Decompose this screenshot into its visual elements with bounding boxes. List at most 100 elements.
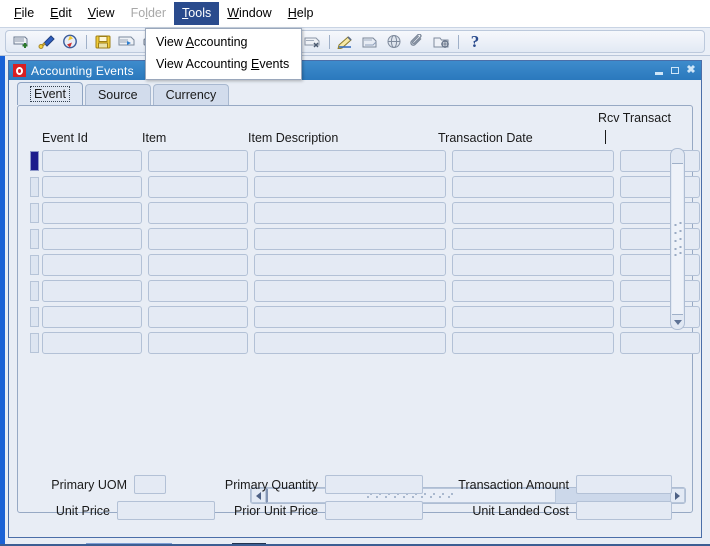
cell-rcv-transact[interactable] [620, 202, 700, 224]
record-indicator[interactable] [30, 177, 39, 197]
cell-item-description[interactable] [254, 332, 446, 354]
oracle-logo-icon [13, 64, 26, 77]
input-primary-uom[interactable] [134, 475, 166, 494]
table-row[interactable] [30, 252, 700, 278]
edit-field-icon[interactable] [334, 31, 358, 52]
close-button[interactable]: ✖ [684, 64, 698, 77]
record-indicator[interactable] [30, 229, 39, 249]
input-unit-landed-cost[interactable] [576, 501, 672, 520]
tab-event[interactable]: Event [17, 82, 83, 105]
record-indicator[interactable] [30, 307, 39, 327]
cell-item-description[interactable] [254, 254, 446, 276]
record-indicator[interactable] [30, 333, 39, 353]
cell-rcv-transact[interactable] [620, 150, 700, 172]
cell-item[interactable] [148, 306, 248, 328]
menu-edit[interactable]: Edit [42, 2, 80, 25]
record-indicator[interactable] [30, 255, 39, 275]
cell-item[interactable] [148, 202, 248, 224]
column-header-rcv-tick [605, 130, 606, 144]
table-row[interactable] [30, 330, 700, 356]
cell-event-id[interactable] [42, 306, 142, 328]
cell-rcv-transact[interactable] [620, 332, 700, 354]
column-header-transaction-date: Transaction Date [438, 131, 533, 145]
save-icon[interactable] [91, 31, 115, 52]
cell-transaction-date[interactable] [452, 254, 614, 276]
window-help-icon[interactable]: ? [463, 31, 487, 52]
scroll-up-icon[interactable] [671, 149, 684, 162]
next-step-icon[interactable] [115, 31, 139, 52]
cell-transaction-date[interactable] [452, 228, 614, 250]
cell-item[interactable] [148, 332, 248, 354]
table-row[interactable] [30, 278, 700, 304]
scroll-down-icon[interactable] [671, 316, 684, 329]
cell-rcv-transact[interactable] [620, 280, 700, 302]
menu-file[interactable]: File [6, 2, 42, 25]
delete-record-icon[interactable] [301, 31, 325, 52]
cell-transaction-date[interactable] [452, 306, 614, 328]
grid-vertical-scrollbar[interactable] [670, 148, 685, 330]
cell-item-description[interactable] [254, 202, 446, 224]
maximize-button[interactable] [668, 64, 682, 77]
cell-transaction-date[interactable] [452, 150, 614, 172]
cell-event-id[interactable] [42, 254, 142, 276]
tab-strip: Event Source Currency [9, 80, 701, 105]
cell-event-id[interactable] [42, 176, 142, 198]
menu-item-view-accounting-events[interactable]: View Accounting Events [146, 54, 301, 76]
menu-folder[interactable]: Folder [123, 2, 174, 25]
cell-item[interactable] [148, 150, 248, 172]
input-primary-quantity[interactable] [325, 475, 423, 494]
menu-help[interactable]: Help [280, 2, 322, 25]
cell-item-description[interactable] [254, 228, 446, 250]
cell-event-id[interactable] [42, 332, 142, 354]
record-indicator[interactable] [30, 203, 39, 223]
vertical-scrollbar-track[interactable] [672, 163, 683, 315]
cell-transaction-date[interactable] [452, 280, 614, 302]
table-row[interactable] [30, 226, 700, 252]
folder-tools-icon[interactable] [430, 31, 454, 52]
window-title-bar[interactable]: Accounting Events ✖ [9, 61, 701, 80]
record-indicator[interactable] [30, 151, 39, 171]
cell-item[interactable] [148, 280, 248, 302]
show-navigator-icon[interactable] [58, 31, 82, 52]
input-transaction-amount[interactable] [576, 475, 672, 494]
field-primary-quantity: Primary Quantity [199, 475, 423, 494]
tab-source[interactable]: Source [84, 84, 151, 105]
cell-transaction-date[interactable] [452, 202, 614, 224]
table-row[interactable] [30, 304, 700, 330]
table-row[interactable] [30, 148, 700, 174]
cell-event-id[interactable] [42, 202, 142, 224]
cell-event-id[interactable] [42, 150, 142, 172]
cell-rcv-transact[interactable] [620, 254, 700, 276]
input-prior-unit-price[interactable] [325, 501, 423, 520]
cell-event-id[interactable] [42, 228, 142, 250]
tab-source-label: Source [97, 88, 138, 102]
cell-rcv-transact[interactable] [620, 228, 700, 250]
cell-event-id[interactable] [42, 280, 142, 302]
cell-item[interactable] [148, 254, 248, 276]
cell-transaction-date[interactable] [452, 332, 614, 354]
menu-window[interactable]: Window [219, 2, 279, 25]
new-record-icon[interactable] [10, 31, 34, 52]
cell-item-description[interactable] [254, 306, 446, 328]
cell-rcv-transact[interactable] [620, 176, 700, 198]
minimize-button[interactable] [652, 64, 666, 77]
menu-view[interactable]: View [80, 2, 123, 25]
tab-currency[interactable]: Currency [152, 84, 230, 105]
menu-item-view-accounting[interactable]: View Accounting [146, 32, 301, 54]
cell-rcv-transact[interactable] [620, 306, 700, 328]
record-indicator[interactable] [30, 281, 39, 301]
zoom-icon[interactable] [358, 31, 382, 52]
attachments-icon[interactable] [406, 31, 430, 52]
cell-item[interactable] [148, 176, 248, 198]
cell-item-description[interactable] [254, 280, 446, 302]
menu-tools[interactable]: Tools [174, 2, 220, 25]
cell-transaction-date[interactable] [452, 176, 614, 198]
table-row[interactable] [30, 200, 700, 226]
translations-icon[interactable] [382, 31, 406, 52]
column-header-event-id: Event Id [42, 131, 88, 145]
find-icon[interactable] [34, 31, 58, 52]
cell-item[interactable] [148, 228, 248, 250]
cell-item-description[interactable] [254, 176, 446, 198]
table-row[interactable] [30, 174, 700, 200]
cell-item-description[interactable] [254, 150, 446, 172]
